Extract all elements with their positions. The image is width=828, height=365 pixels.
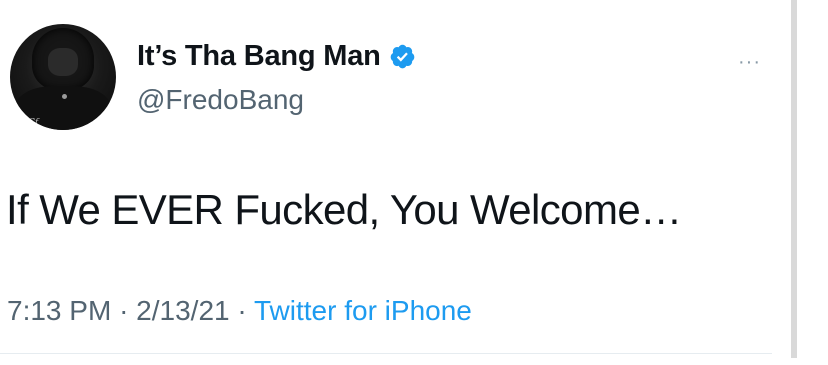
tweet-time[interactable]: 7:13 PM — [7, 295, 111, 326]
tweet-text: If We EVER Fucked, You Welcome… — [6, 186, 682, 233]
author-name-row: It’s Tha Bang Man — [137, 40, 416, 73]
avatar-face — [48, 48, 78, 76]
scroll-gutter — [797, 0, 828, 365]
tweet-card: Cf It’s Tha Bang Man @FredoBang ··· If W… — [0, 0, 800, 365]
avatar-logo: Cf — [28, 118, 39, 128]
author-handle[interactable]: @FredoBang — [137, 84, 304, 116]
separator-dot: · — [119, 295, 137, 326]
separator-dot: · — [237, 295, 254, 326]
avatar[interactable]: Cf — [10, 24, 116, 130]
more-options-icon[interactable]: ··· — [738, 52, 761, 72]
verified-badge-icon — [390, 44, 414, 69]
tweet-date[interactable]: 2/13/21 — [136, 295, 229, 326]
tweet-metadata: 7:13 PM · 2/13/21 · Twitter for iPhone — [7, 295, 472, 327]
divider — [0, 353, 772, 354]
display-name[interactable]: It’s Tha Bang Man — [137, 40, 381, 73]
avatar-chain — [62, 94, 67, 99]
tweet-source-link[interactable]: Twitter for iPhone — [254, 295, 472, 326]
